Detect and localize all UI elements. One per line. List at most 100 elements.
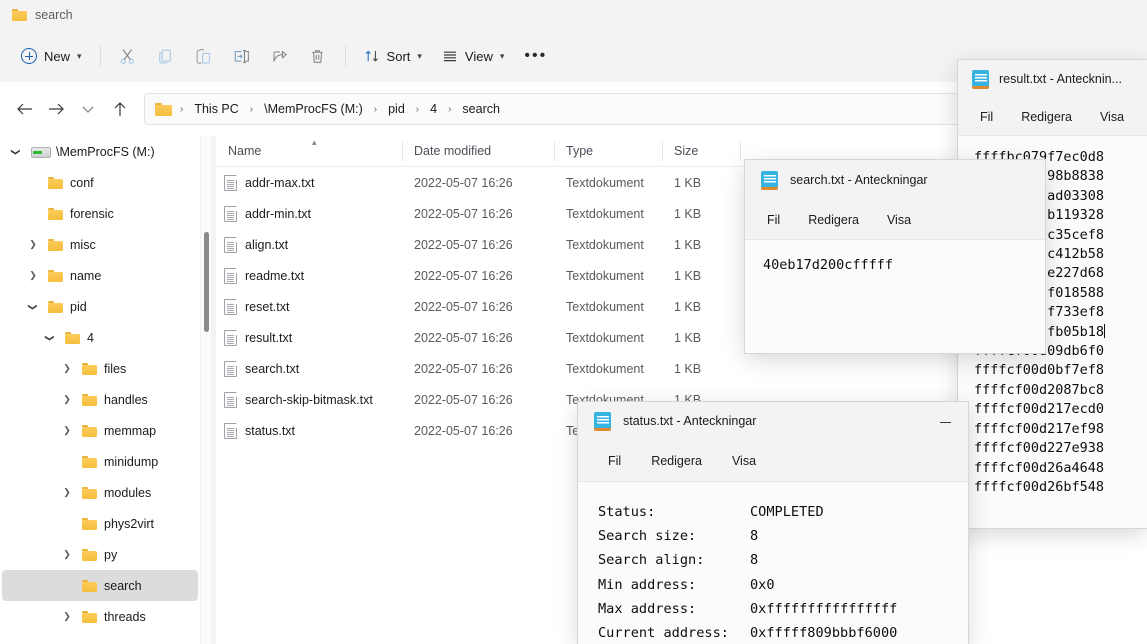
menu-item-redigera[interactable]: Redigera <box>641 449 712 473</box>
menu-item-fil[interactable]: Fil <box>598 449 631 473</box>
view-icon <box>443 51 456 62</box>
breadcrumb-item-4[interactable]: search <box>459 100 503 118</box>
result-line: ffffcf00d26bf548 <box>974 478 1105 495</box>
back-button[interactable] <box>8 93 40 125</box>
file-name-label: reset.txt <box>245 299 290 314</box>
chevron-down-icon-sort: ▾ <box>417 50 422 61</box>
notepad-search-titlebar[interactable]: search.txt - Anteckningar <box>745 160 1045 200</box>
copy-button[interactable] <box>148 39 184 73</box>
sort-button[interactable]: Sort ▾ <box>355 39 431 73</box>
notepad-window-search[interactable]: search.txt - Anteckningar Fil Redigera V… <box>745 160 1045 353</box>
notepad-result-titlebar[interactable]: result.txt - Antecknin... <box>958 60 1147 98</box>
folder-icon <box>82 424 97 437</box>
cut-button[interactable] <box>110 39 146 73</box>
result-line: ffffcf00d227e938 <box>974 440 1105 457</box>
notepad-status-textarea[interactable]: Status: COMPLETED Search size: 8 Search alig… <box>578 482 968 644</box>
chevron-right-icon[interactable]: ❯ <box>25 268 41 284</box>
folder-icon <box>82 517 97 530</box>
paste-button[interactable] <box>186 39 222 73</box>
chevron-right-icon[interactable]: ❯ <box>59 423 75 439</box>
sidebar-item-phys2virt[interactable]: phys2virt <box>2 508 198 539</box>
menu-item-redigera[interactable]: Redigera <box>798 208 869 232</box>
sidebar-item-forensic[interactable]: forensic <box>2 198 198 229</box>
chevron-right-icon[interactable]: ❯ <box>59 609 75 625</box>
file-size-cell: 1 KB <box>674 237 702 252</box>
column-header-name[interactable]: Name ▴ <box>216 136 402 167</box>
menu-item-fil[interactable]: Fil <box>757 208 790 232</box>
breadcrumb-separator-2: › <box>415 103 420 115</box>
recent-locations-button[interactable] <box>72 93 104 125</box>
sidebar-item-py[interactable]: ❯ py <box>2 539 198 570</box>
sidebar-item-search[interactable]: search <box>2 570 198 601</box>
notepad-status-titlebar[interactable]: status.txt - Anteckningar <box>578 402 968 440</box>
see-more-button[interactable]: ••• <box>515 39 556 73</box>
column-header-type[interactable]: Type <box>554 136 662 167</box>
delete-button[interactable] <box>300 39 336 73</box>
chevron-right-icon[interactable]: ❯ <box>59 361 75 377</box>
breadcrumb-item-0[interactable]: This PC <box>191 100 241 118</box>
sidebar-item-modules[interactable]: ❯ modules <box>2 477 198 508</box>
status-key: Search align: <box>598 552 705 569</box>
menu-item-redigera[interactable]: Redigera <box>1011 105 1082 129</box>
sidebar-item-4[interactable]: ❯ 4 <box>2 322 198 353</box>
sidebar-item-memmap[interactable]: ❯ memmap <box>2 415 198 446</box>
menu-item-visa[interactable]: Visa <box>1090 105 1134 129</box>
sidebar-item-misc[interactable]: ❯ misc <box>2 229 198 260</box>
menu-item-visa[interactable]: Visa <box>722 449 766 473</box>
sidebar-item-label: name <box>70 268 102 283</box>
folder-icon <box>82 362 97 375</box>
navigation-scrollbar-thumb[interactable] <box>204 232 209 332</box>
sidebar-item-conf[interactable]: conf <box>2 167 198 198</box>
chevron-right-icon[interactable]: ❯ <box>59 547 75 563</box>
file-name-label: status.txt <box>245 423 296 438</box>
sidebar-item-minidump[interactable]: minidump <box>2 446 198 477</box>
explorer-tab-search[interactable]: search <box>0 0 85 30</box>
file-type-cell: Textdokument <box>566 237 644 252</box>
breadcrumb-item-2[interactable]: pid <box>385 100 408 118</box>
new-button[interactable]: New ▾ <box>12 39 91 73</box>
column-header-date[interactable]: Date modified <box>402 136 554 167</box>
chevron-down-icon[interactable]: ❯ <box>42 330 58 346</box>
chevron-right-icon[interactable]: ❯ <box>25 237 41 253</box>
notepad-search-textarea[interactable]: 40eb17d200cfffff <box>745 240 1045 353</box>
menu-item-visa[interactable]: Visa <box>877 208 921 232</box>
menu-item-fil[interactable]: Fil <box>970 105 1003 129</box>
sidebar-item-files[interactable]: ❯ files <box>2 353 198 384</box>
chevron-down-icon[interactable]: ❯ <box>25 299 41 315</box>
file-name-cell: search-skip-bitmask.txt <box>216 391 402 408</box>
sidebar-item-name[interactable]: ❯ name <box>2 260 198 291</box>
breadcrumb-separator-1: › <box>373 103 378 115</box>
drive-icon <box>31 145 51 158</box>
file-name-label: addr-min.txt <box>245 206 311 221</box>
chevron-right-icon[interactable]: ❯ <box>59 485 75 501</box>
file-date-cell: 2022-05-07 16:26 <box>414 392 513 407</box>
up-button[interactable] <box>104 93 136 125</box>
chevron-down-icon[interactable]: ❯ <box>8 144 24 160</box>
breadcrumb-item-1[interactable]: \MemProcFS (M:) <box>261 100 366 118</box>
minimize-button[interactable] <box>922 402 968 442</box>
sidebar-item-label: search <box>104 578 142 593</box>
text-caret <box>1104 323 1106 338</box>
notepad-status-menubar: Fil Redigera Visa <box>578 440 968 482</box>
forward-button[interactable] <box>40 93 72 125</box>
cut-icon <box>120 48 134 64</box>
notepad-window-status[interactable]: status.txt - Anteckningar Fil Redigera V… <box>578 402 968 644</box>
view-button[interactable]: View ▾ <box>433 39 513 73</box>
chevron-right-icon[interactable]: ❯ <box>59 392 75 408</box>
copy-icon <box>159 49 171 64</box>
sidebar-item-memprocfs-m[interactable]: ❯ \MemProcFS (M:) <box>2 136 198 167</box>
share-button[interactable] <box>262 39 298 73</box>
sidebar-item-threads[interactable]: ❯ threads <box>2 601 198 632</box>
file-size-cell: 1 KB <box>674 361 702 376</box>
column-header-size[interactable]: Size <box>662 136 740 167</box>
navigation-scrollbar[interactable] <box>200 136 211 644</box>
rename-button[interactable] <box>224 39 260 73</box>
sidebar-item-handles[interactable]: ❯ handles <box>2 384 198 415</box>
sidebar-item-pid[interactable]: ❯ pid <box>2 291 198 322</box>
status-line: Search size: 8 <box>598 524 968 548</box>
breadcrumb-item-3[interactable]: 4 <box>427 100 440 118</box>
status-value: 0xfffff809bbbf6000 <box>750 625 898 642</box>
navigation-pane[interactable]: ❯ \MemProcFS (M:) conf forensic ❯ misc ❯ name ❯ p… <box>0 136 200 644</box>
